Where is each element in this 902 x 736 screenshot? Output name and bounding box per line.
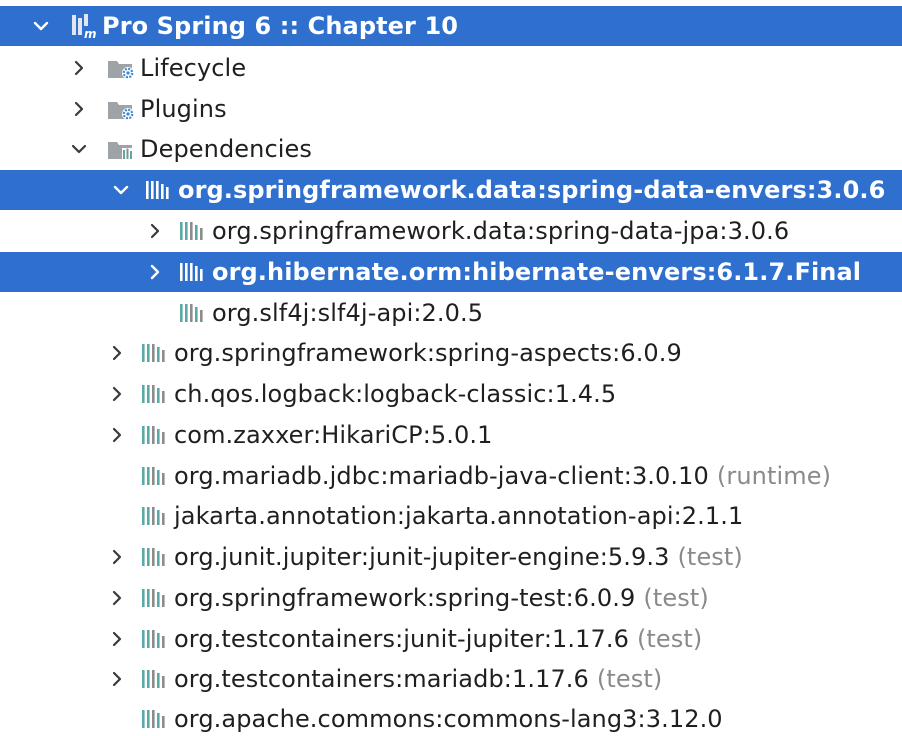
maven-dependency-tree: m Pro Spring 6 :: Chapter 10 Lifecycle P… — [0, 0, 902, 736]
plugins-folder-icon — [106, 96, 136, 122]
dependency-item[interactable]: org.hibernate.orm:hibernate-envers:6.1.7… — [0, 252, 902, 292]
library-icon — [140, 423, 170, 447]
chevron-right-icon[interactable] — [106, 587, 128, 609]
dependency-label: org.springframework:spring-test:6.0.9 — [174, 584, 636, 612]
library-icon — [140, 545, 170, 569]
chevron-right-icon[interactable] — [106, 383, 128, 405]
dependency-label: org.springframework:spring-aspects:6.0.9 — [174, 339, 682, 367]
maven-project-icon: m — [70, 12, 98, 40]
chevron-right-icon[interactable] — [106, 342, 128, 364]
dependency-label: ch.qos.logback:logback-classic:1.4.5 — [174, 380, 617, 408]
library-icon — [178, 219, 208, 243]
chevron-down-icon[interactable] — [68, 138, 90, 160]
library-icon — [144, 178, 174, 202]
library-icon — [140, 504, 170, 528]
library-icon — [178, 301, 208, 325]
dependency-label: org.springframework.data:spring-data-env… — [178, 176, 886, 204]
dependency-scope: (test) — [677, 543, 743, 571]
library-icon — [178, 260, 208, 284]
lifecycle-label: Lifecycle — [140, 54, 247, 82]
library-icon — [140, 667, 170, 691]
chevron-right-icon[interactable] — [106, 424, 128, 446]
dependency-item[interactable]: org.springframework:spring-test:6.0.9 (t… — [0, 578, 902, 618]
dependency-label: com.zaxxer:HikariCP:5.0.1 — [174, 421, 493, 449]
dependency-item[interactable]: org.testcontainers:mariadb:1.17.6 (test) — [0, 659, 902, 699]
library-icon — [140, 707, 170, 731]
dependency-label: org.testcontainers:junit-jupiter:1.17.6 — [174, 625, 629, 653]
library-icon — [140, 464, 170, 488]
library-icon — [140, 382, 170, 406]
dependencies-folder-icon — [106, 136, 136, 162]
chevron-right-icon[interactable] — [144, 220, 166, 242]
chevron-down-icon[interactable] — [110, 179, 132, 201]
dependency-label: org.slf4j:slf4j-api:2.0.5 — [212, 299, 484, 327]
dependency-label: org.hibernate.orm:hibernate-envers:6.1.7… — [212, 258, 862, 286]
dependency-item[interactable]: com.zaxxer:HikariCP:5.0.1 — [0, 415, 902, 455]
dependencies-label: Dependencies — [140, 135, 313, 163]
dependency-item[interactable]: jakarta.annotation:jakarta.annotation-ap… — [0, 496, 902, 536]
library-icon — [140, 627, 170, 651]
plugins-label: Plugins — [140, 95, 227, 123]
dependency-label: jakarta.annotation:jakarta.annotation-ap… — [174, 502, 744, 530]
svg-text:m: m — [84, 27, 97, 40]
lifecycle-folder-icon — [106, 55, 136, 81]
dependency-item[interactable]: org.mariadb.jdbc:mariadb-java-client:3.0… — [0, 456, 902, 496]
chevron-right-icon[interactable] — [68, 57, 90, 79]
dependency-label: org.testcontainers:mariadb:1.17.6 — [174, 665, 589, 693]
dependency-label: org.mariadb.jdbc:mariadb-java-client:3.0… — [174, 462, 709, 490]
library-icon — [140, 586, 170, 610]
tree-node-plugins[interactable]: Plugins — [0, 89, 902, 129]
dependency-scope: (runtime) — [716, 462, 832, 490]
dependency-item[interactable]: org.springframework.data:spring-data-env… — [0, 170, 902, 210]
project-label: Pro Spring 6 :: Chapter 10 — [102, 12, 459, 40]
dependency-scope: (test) — [596, 665, 663, 693]
dependency-item[interactable]: org.junit.jupiter:junit-jupiter-engine:5… — [0, 537, 902, 577]
dependency-item[interactable]: org.springframework.data:spring-data-jpa… — [0, 211, 902, 251]
dependency-item[interactable]: org.testcontainers:junit-jupiter:1.17.6 … — [0, 619, 902, 659]
dependency-label: org.springframework.data:spring-data-jpa… — [212, 217, 790, 245]
dependency-item[interactable]: ch.qos.logback:logback-classic:1.4.5 — [0, 374, 902, 414]
dependency-scope: (test) — [636, 625, 703, 653]
library-icon — [140, 341, 170, 365]
chevron-right-icon[interactable] — [106, 546, 128, 568]
dependency-item[interactable]: org.springframework:spring-aspects:6.0.9 — [0, 333, 902, 373]
dependency-label: org.junit.jupiter:junit-jupiter-engine:5… — [174, 543, 670, 571]
dependency-item[interactable]: org.apache.commons:commons-lang3:3.12.0 — [0, 699, 902, 736]
dependency-label: org.apache.commons:commons-lang3:3.12.0 — [174, 705, 723, 733]
tree-node-project[interactable]: m Pro Spring 6 :: Chapter 10 — [0, 6, 902, 46]
chevron-right-icon[interactable] — [106, 668, 128, 690]
dependency-scope: (test) — [643, 584, 709, 612]
chevron-right-icon[interactable] — [106, 628, 128, 650]
tree-node-lifecycle[interactable]: Lifecycle — [0, 48, 902, 88]
chevron-down-icon[interactable] — [30, 15, 52, 37]
tree-node-dependencies[interactable]: Dependencies — [0, 129, 902, 169]
chevron-right-icon[interactable] — [68, 98, 90, 120]
chevron-right-icon[interactable] — [144, 261, 166, 283]
dependency-item[interactable]: org.slf4j:slf4j-api:2.0.5 — [0, 293, 902, 333]
